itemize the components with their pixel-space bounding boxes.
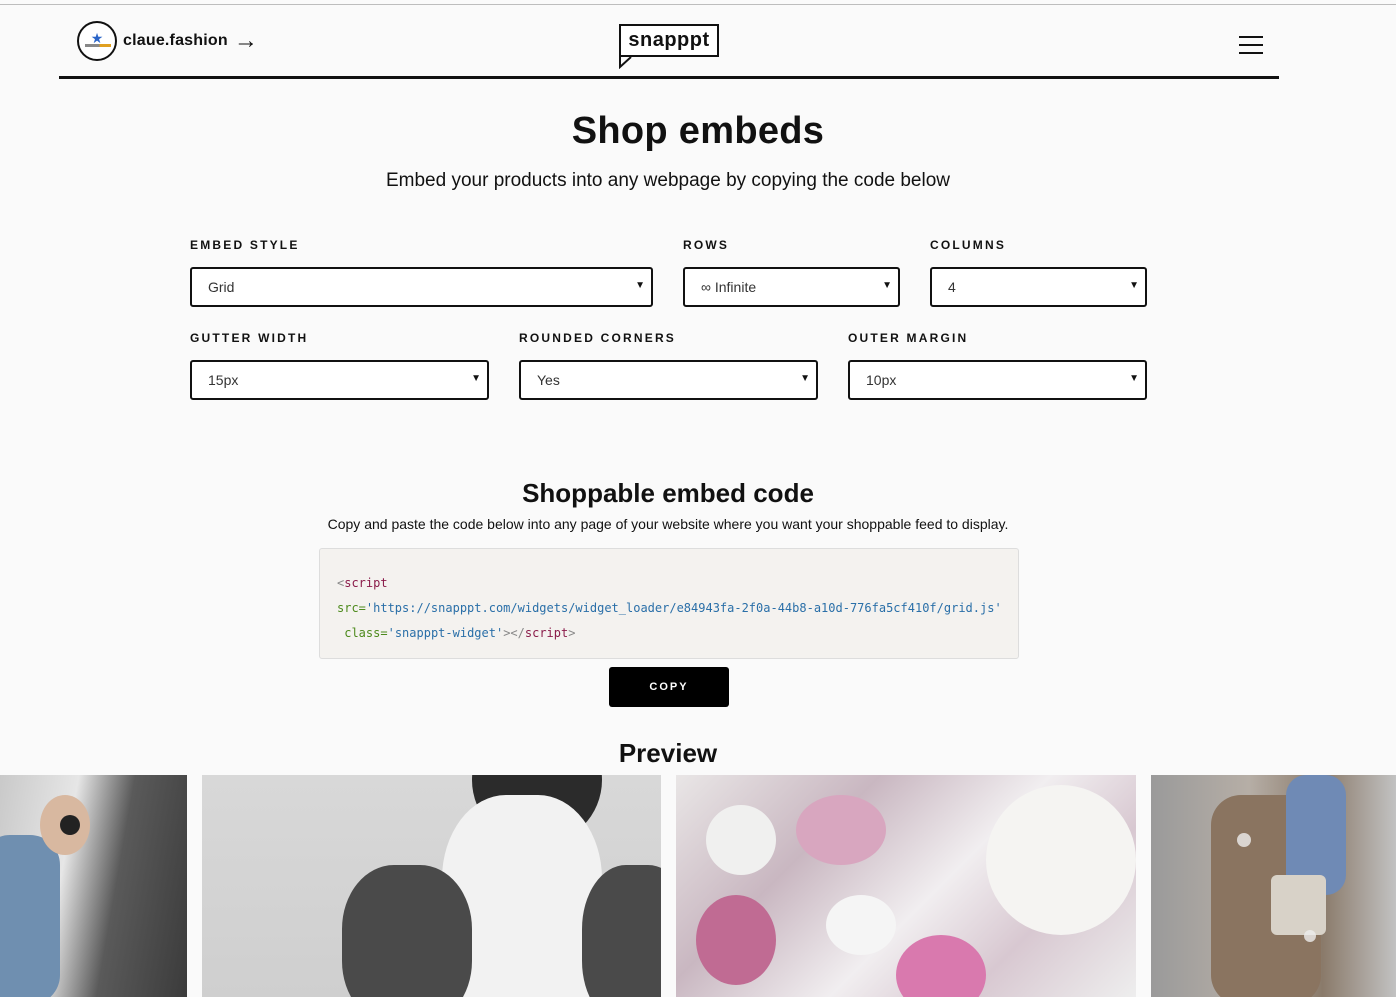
snapppt-logo[interactable]: snapppt bbox=[619, 24, 719, 70]
site-header: ★ claue.fashion → snapppt bbox=[59, 5, 1279, 79]
gutter-width-value: 15px bbox=[208, 372, 239, 388]
rows-select[interactable]: ∞ Infinite ▼ bbox=[683, 267, 900, 307]
chevron-down-icon: ▼ bbox=[471, 373, 481, 384]
embed-code-title: Shoppable embed code bbox=[522, 478, 814, 508]
gutter-width-select[interactable]: 15px ▼ bbox=[190, 360, 489, 400]
preview-title: Preview bbox=[618, 738, 718, 768]
embed-style-label: EMBED STYLE bbox=[190, 238, 300, 252]
preview-tile-3[interactable] bbox=[676, 775, 1136, 997]
copy-button[interactable]: COPY bbox=[609, 667, 729, 707]
gutter-width-field: GUTTER WIDTH bbox=[190, 331, 308, 345]
embed-style-field: EMBED STYLE bbox=[190, 238, 300, 252]
columns-select[interactable]: 4 ▼ bbox=[930, 267, 1147, 307]
code-line-3: class='snapppt-widget'></script> bbox=[344, 626, 576, 640]
star-icon: ★ bbox=[90, 30, 104, 46]
outer-margin-label: OUTER MARGIN bbox=[848, 331, 969, 345]
columns-label: COLUMNS bbox=[930, 238, 1007, 252]
outer-margin-select[interactable]: 10px ▼ bbox=[848, 360, 1147, 400]
page-subtitle: Embed your products into any webpage by … bbox=[385, 170, 951, 191]
chevron-down-icon: ▼ bbox=[1129, 373, 1139, 384]
code-line-1: <script bbox=[337, 576, 388, 590]
embed-code-block[interactable]: <script src='https://snapppt.com/widgets… bbox=[319, 548, 1019, 659]
rounded-corners-value: Yes bbox=[537, 372, 560, 388]
chevron-down-icon: ▼ bbox=[1129, 280, 1139, 291]
speech-tail-icon bbox=[619, 55, 632, 69]
page-title: Shop embeds bbox=[571, 110, 825, 152]
logo-text: snapppt bbox=[619, 24, 719, 57]
rounded-corners-select[interactable]: Yes ▼ bbox=[519, 360, 818, 400]
chevron-down-icon: ▼ bbox=[800, 373, 810, 384]
preview-tile-4[interactable] bbox=[1151, 775, 1396, 997]
rows-value: ∞ Infinite bbox=[701, 279, 757, 295]
rounded-corners-field: ROUNDED CORNERS bbox=[519, 331, 676, 345]
avatar: ★ bbox=[77, 21, 117, 61]
outer-margin-value: 10px bbox=[866, 372, 897, 388]
arrow-right-icon: → bbox=[233, 27, 258, 54]
chevron-down-icon: ▼ bbox=[882, 280, 892, 291]
avatar-logo-stripe bbox=[85, 44, 111, 47]
preview-tile-1[interactable] bbox=[0, 775, 187, 997]
gutter-width-label: GUTTER WIDTH bbox=[190, 331, 309, 345]
columns-value: 4 bbox=[948, 279, 956, 295]
rows-label: ROWS bbox=[683, 238, 730, 252]
embed-style-value: Grid bbox=[208, 279, 235, 295]
preview-tile-2[interactable] bbox=[202, 775, 661, 997]
rounded-corners-label: ROUNDED CORNERS bbox=[519, 331, 677, 345]
chevron-down-icon: ▼ bbox=[635, 280, 645, 291]
embed-code-subtitle: Copy and paste the code below into any p… bbox=[327, 516, 1009, 532]
outer-margin-field: OUTER MARGIN bbox=[848, 331, 968, 345]
embed-style-select[interactable]: Grid ▼ bbox=[190, 267, 653, 307]
code-line-2: src='https://snapppt.com/widgets/widget_… bbox=[337, 601, 1002, 615]
columns-field: COLUMNS bbox=[930, 238, 1006, 252]
menu-icon[interactable] bbox=[1239, 36, 1263, 54]
brand-name: claue.fashion bbox=[123, 32, 228, 49]
brand-link[interactable]: ★ claue.fashion → bbox=[77, 21, 258, 61]
rows-field: ROWS bbox=[683, 238, 729, 252]
